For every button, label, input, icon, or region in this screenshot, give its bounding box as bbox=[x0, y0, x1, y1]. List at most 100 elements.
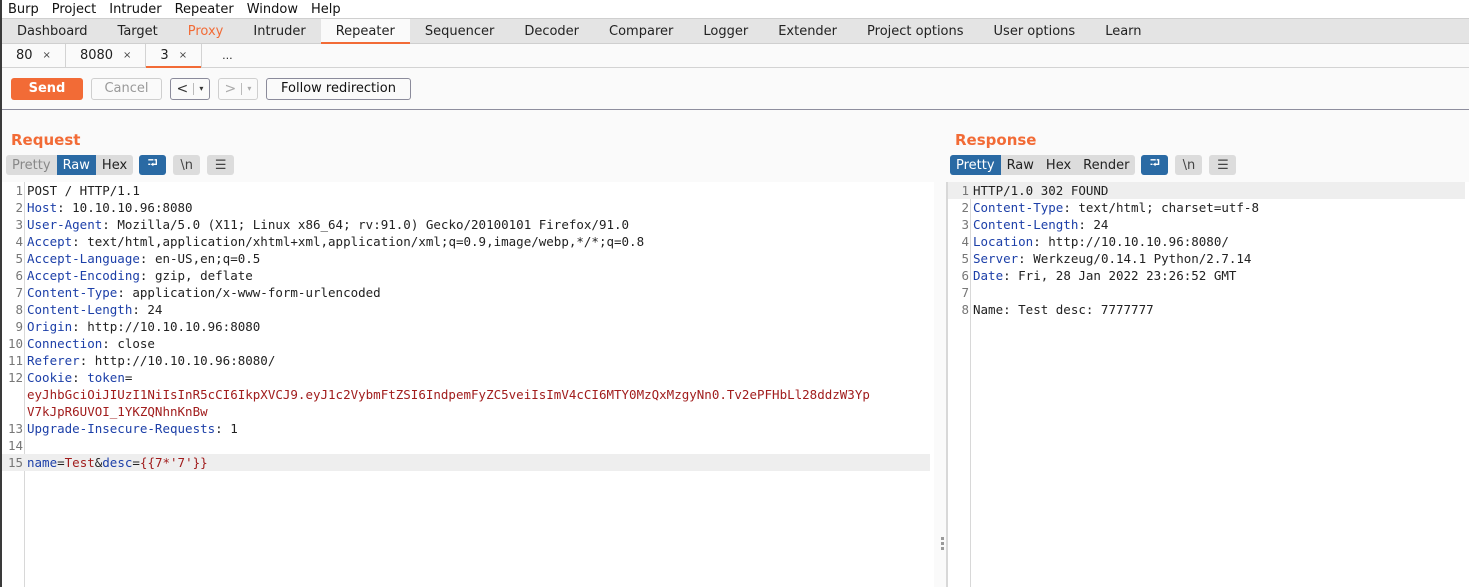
response-view-raw[interactable]: Raw bbox=[1001, 155, 1040, 175]
send-button[interactable]: Send bbox=[11, 77, 83, 100]
history-forward-button[interactable]: > ▾ bbox=[218, 77, 258, 100]
token: : application/x-www-form-urlencoded bbox=[117, 285, 381, 300]
header-name: Accept-Encoding bbox=[27, 268, 140, 283]
line-content: Origin: http://10.10.10.96:8080 bbox=[25, 318, 260, 335]
header-name: Upgrade-Insecure-Requests bbox=[27, 421, 216, 436]
line-content: Cookie: token= bbox=[25, 369, 132, 386]
header-name: Accept-Language bbox=[27, 251, 140, 266]
token: HTTP/1.0 302 FOUND bbox=[973, 183, 1109, 198]
token: : Werkzeug/0.14.1 Python/2.7.14 bbox=[1018, 251, 1252, 266]
repeater-toolbar: Send Cancel < ▾ > ▾ Follow redirection bbox=[2, 68, 1469, 110]
new-tab-button[interactable]: ... bbox=[202, 44, 253, 67]
tab-target[interactable]: Target bbox=[103, 19, 173, 43]
menu-intruder[interactable]: Intruder bbox=[109, 2, 161, 17]
chevron-down-icon[interactable]: ▾ bbox=[199, 84, 203, 93]
close-icon[interactable]: × bbox=[43, 50, 51, 61]
cancel-button[interactable]: Cancel bbox=[91, 77, 162, 100]
header-name: User-Agent bbox=[27, 217, 103, 232]
line-number: 12 bbox=[7, 370, 23, 385]
repeater-tab-label: 3 bbox=[160, 48, 169, 63]
response-editor[interactable]: 1 HTTP/1.0 302 FOUND 2 Content-Type: text/h… bbox=[948, 182, 1469, 587]
token: : http://10.10.10.96:8080/ bbox=[1033, 234, 1229, 249]
editor-line: V7kJpR6UVOI_1YKZQNhnKnBw bbox=[2, 403, 930, 420]
response-view-bar: Pretty Raw Hex Render ⮒ \n ☰ bbox=[948, 154, 1469, 176]
menu-icon[interactable]: ☰ bbox=[207, 155, 235, 175]
line-content bbox=[25, 437, 27, 454]
token: : http://10.10.10.96:8080 bbox=[72, 319, 261, 334]
line-number: 3 bbox=[15, 217, 23, 232]
token: : Fri, 28 Jan 2022 23:26:52 GMT bbox=[1003, 268, 1237, 283]
show-newlines-icon[interactable]: \n bbox=[1175, 155, 1203, 175]
repeater-tab-8080[interactable]: 8080 × bbox=[66, 44, 147, 67]
tab-decoder[interactable]: Decoder bbox=[509, 19, 594, 43]
repeater-tab-3[interactable]: 3 × bbox=[146, 44, 203, 68]
line-content: Upgrade-Insecure-Requests: 1 bbox=[25, 420, 238, 437]
menu-bar: Burp Project Intruder Repeater Window Help bbox=[2, 0, 1469, 18]
tab-repeater[interactable]: Repeater bbox=[320, 19, 410, 44]
repeater-tab-80[interactable]: 80 × bbox=[2, 44, 66, 67]
header-name: Content-Type bbox=[973, 200, 1064, 215]
header-name: Server bbox=[973, 251, 1019, 266]
tab-comparer[interactable]: Comparer bbox=[594, 19, 688, 43]
wrap-lines-icon[interactable]: ⮒ bbox=[139, 155, 167, 175]
editor-line: 5 Server: Werkzeug/0.14.1 Python/2.7.14 bbox=[948, 250, 1465, 267]
line-content: Name: Test desc: 7777777 bbox=[971, 301, 1154, 318]
tab-user-options[interactable]: User options bbox=[979, 19, 1091, 43]
menu-icon[interactable]: ☰ bbox=[1209, 155, 1237, 175]
tab-logger[interactable]: Logger bbox=[688, 19, 763, 43]
line-number: 4 bbox=[15, 234, 23, 249]
line-content: Location: http://10.10.10.96:8080/ bbox=[971, 233, 1229, 250]
token: : 24 bbox=[132, 302, 163, 317]
close-icon[interactable]: × bbox=[179, 50, 187, 61]
line-content: Content-Length: 24 bbox=[25, 301, 162, 318]
token: = bbox=[57, 455, 65, 470]
line-content: Connection: close bbox=[25, 335, 155, 352]
tab-extender[interactable]: Extender bbox=[763, 19, 852, 43]
header-name: name bbox=[27, 455, 58, 470]
menu-project[interactable]: Project bbox=[52, 2, 96, 17]
response-lines: 1 HTTP/1.0 302 FOUND 2 Content-Type: text/h… bbox=[948, 182, 1465, 318]
menu-window[interactable]: Window bbox=[247, 2, 298, 17]
editor-line: 8 Name: Test desc: 7777777 bbox=[948, 301, 1465, 318]
tab-learn[interactable]: Learn bbox=[1090, 19, 1156, 43]
request-editor[interactable]: 1 POST / HTTP/1.1 2 Host: 10.10.10.96:8080 3… bbox=[2, 182, 934, 587]
menu-burp[interactable]: Burp bbox=[8, 2, 39, 17]
request-view-hex[interactable]: Hex bbox=[96, 155, 133, 175]
chevron-down-icon[interactable]: ▾ bbox=[247, 84, 251, 93]
tab-sequencer[interactable]: Sequencer bbox=[410, 19, 509, 43]
line-content: Accept: text/html,application/xhtml+xml,… bbox=[25, 233, 644, 250]
line-content: Server: Werkzeug/0.14.1 Python/2.7.14 bbox=[971, 250, 1251, 267]
editor-line: 15 name=Test&desc={{7*'7'}} bbox=[2, 454, 930, 471]
follow-redirection-button[interactable]: Follow redirection bbox=[266, 77, 411, 100]
history-back-button[interactable]: < ▾ bbox=[170, 77, 210, 100]
token: : 24 bbox=[1078, 217, 1109, 232]
wrap-lines-icon[interactable]: ⮒ bbox=[1141, 155, 1169, 175]
tab-intruder[interactable]: Intruder bbox=[238, 19, 320, 43]
tab-project-options[interactable]: Project options bbox=[852, 19, 979, 43]
line-number: 9 bbox=[15, 319, 23, 334]
token: : text/html,application/xhtml+xml,applic… bbox=[72, 234, 645, 249]
close-icon[interactable]: × bbox=[123, 50, 131, 61]
editor-line: eyJhbGciOiJIUzI1NiIsInR5cCI6IkpXVCJ9.eyJ… bbox=[2, 386, 930, 403]
line-content: Referer: http://10.10.10.96:8080/ bbox=[25, 352, 275, 369]
request-lines: 1 POST / HTTP/1.1 2 Host: 10.10.10.96:8080 3… bbox=[2, 182, 930, 471]
tab-proxy[interactable]: Proxy bbox=[173, 19, 239, 43]
response-view-pretty[interactable]: Pretty bbox=[950, 155, 1001, 175]
show-newlines-icon[interactable]: \n bbox=[173, 155, 201, 175]
tab-dashboard[interactable]: Dashboard bbox=[2, 19, 103, 43]
menu-repeater[interactable]: Repeater bbox=[175, 2, 234, 17]
menu-help[interactable]: Help bbox=[311, 2, 341, 17]
drag-handle-icon[interactable] bbox=[941, 537, 944, 552]
message-panes: Request Pretty Raw Hex ⮒ \n ☰ 1 POST / HTTP… bbox=[2, 112, 1469, 587]
response-view-render[interactable]: Render bbox=[1077, 155, 1135, 175]
editor-line: 8 Content-Length: 24 bbox=[2, 301, 930, 318]
editor-line: 2 Content-Type: text/html; charset=utf-8 bbox=[948, 199, 1465, 216]
token: : 10.10.10.96:8080 bbox=[57, 200, 193, 215]
pane-splitter[interactable] bbox=[934, 112, 948, 587]
request-view-raw[interactable]: Raw bbox=[56, 155, 96, 175]
editor-line: 6 Date: Fri, 28 Jan 2022 23:26:52 GMT bbox=[948, 267, 1465, 284]
token: {{7*'7'}} bbox=[139, 455, 208, 470]
response-view-hex[interactable]: Hex bbox=[1040, 155, 1077, 175]
token: eyJhbGciOiJIUzI1NiIsInR5cCI6IkpXVCJ9.eyJ… bbox=[27, 387, 870, 402]
line-number: 5 bbox=[15, 251, 23, 266]
